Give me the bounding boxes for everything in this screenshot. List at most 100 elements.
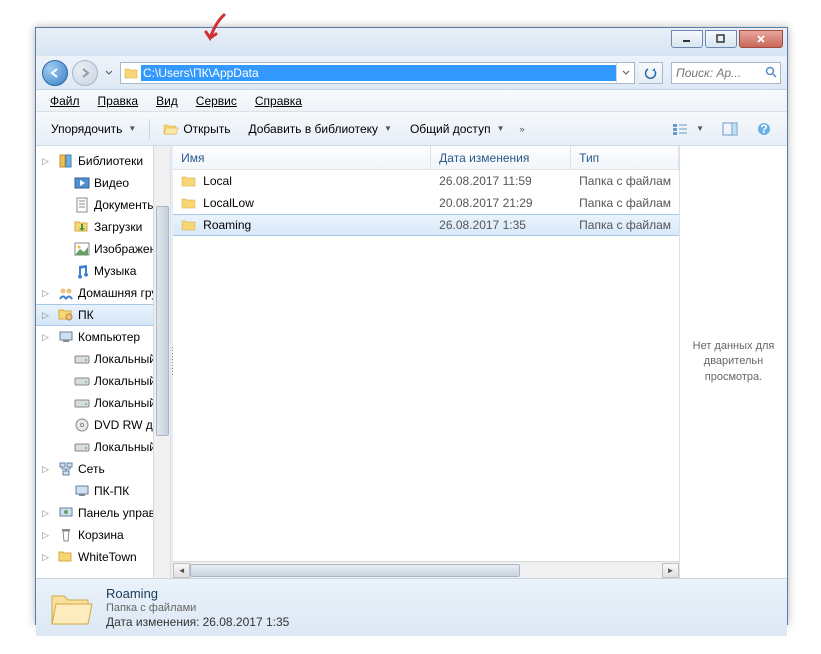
folder-icon <box>121 67 141 79</box>
menu-view[interactable]: Вид <box>148 92 186 110</box>
details-date: Дата изменения: 26.08.2017 1:35 <box>106 615 289 629</box>
file-name: Roaming <box>203 218 251 232</box>
menu-tools[interactable]: Сервис <box>188 92 245 110</box>
tree-item[interactable]: Загрузки <box>36 216 170 238</box>
explorer-window: Файл Правка Вид Сервис Справка Упорядочи… <box>35 27 788 625</box>
forward-button[interactable] <box>72 60 98 86</box>
file-date: 20.08.2017 21:29 <box>431 196 571 210</box>
tree-label: ПК <box>78 308 94 322</box>
details-type: Папка с файлами <box>106 602 289 614</box>
horizontal-scrollbar[interactable]: ◄ ► <box>173 561 679 578</box>
expand-icon[interactable]: ▷ <box>42 332 54 343</box>
scroll-left-button[interactable]: ◄ <box>173 563 190 578</box>
file-name: Local <box>203 174 232 188</box>
downloads-icon <box>74 219 90 235</box>
scrollbar-thumb[interactable] <box>190 564 520 577</box>
tree-item[interactable]: DVD RW дисковод ( <box>36 414 170 436</box>
column-date[interactable]: Дата изменения <box>431 146 571 169</box>
preview-pane-button[interactable] <box>713 118 747 140</box>
tree-label: ПК-ПК <box>94 484 129 498</box>
tree-item[interactable]: Документы <box>36 194 170 216</box>
tree-item[interactable]: Изображения <box>36 238 170 260</box>
file-row[interactable]: Local 26.08.2017 11:59Папка с файлам <box>173 170 679 192</box>
tree-item[interactable]: ▷Панель управления <box>36 502 170 524</box>
tree-item[interactable]: ▷Домашняя группа <box>36 282 170 304</box>
tree-item[interactable]: ▷Компьютер <box>36 326 170 348</box>
address-dropdown[interactable] <box>616 63 634 83</box>
menu-file[interactable]: Файл <box>42 92 88 110</box>
user-icon <box>58 307 74 323</box>
tree-item[interactable]: Музыка <box>36 260 170 282</box>
tree-item[interactable]: ▷Корзина <box>36 524 170 546</box>
tree-label: Видео <box>94 176 129 190</box>
search-input[interactable] <box>672 66 763 80</box>
expand-icon[interactable]: ▷ <box>42 156 54 167</box>
expand-icon[interactable]: ▷ <box>42 530 54 541</box>
scroll-right-button[interactable]: ► <box>662 563 679 578</box>
tree-item[interactable]: ▷ Сеть <box>36 458 170 480</box>
column-headers: Имя Дата изменения Тип <box>173 146 679 170</box>
network-icon <box>58 461 74 477</box>
help-button[interactable]: ? <box>747 117 781 141</box>
toolbar-overflow[interactable]: » <box>513 124 530 134</box>
expand-icon[interactable]: ▷ <box>42 464 54 475</box>
address-bar <box>120 62 635 84</box>
file-date: 26.08.2017 11:59 <box>431 174 571 188</box>
file-row[interactable]: Roaming26.08.2017 1:35Папка с файлам <box>173 214 679 236</box>
tree-item[interactable]: ПК-ПК <box>36 480 170 502</box>
tree-item[interactable]: Локальный диск (C <box>36 348 170 370</box>
folder-icon <box>181 174 197 188</box>
dvd-icon <box>74 417 90 433</box>
separator <box>149 119 150 139</box>
expand-icon[interactable]: ▷ <box>42 288 54 299</box>
tree-item[interactable]: Локальный диск (Y <box>36 436 170 458</box>
open-button[interactable]: Открыть <box>154 118 239 140</box>
scrollbar-thumb[interactable] <box>156 206 169 436</box>
tree-label: Музыка <box>94 264 136 278</box>
drive-icon <box>74 351 90 367</box>
tree-item[interactable]: Локальный диск (E <box>36 392 170 414</box>
expand-icon[interactable]: ▷ <box>42 310 54 321</box>
file-type: Папка с файлам <box>571 196 679 210</box>
sidebar-scrollbar[interactable] <box>153 146 170 578</box>
file-list: Имя Дата изменения Тип Local 26.08.2017 1… <box>173 146 679 578</box>
expand-icon[interactable]: ▷ <box>42 552 54 563</box>
view-mode-button[interactable]: ▼ <box>663 118 713 140</box>
drive-icon <box>74 373 90 389</box>
preview-pane: Нет данных для дварительн просмотра. <box>679 146 787 578</box>
tree-item[interactable]: ▷ WhiteTown <box>36 546 170 568</box>
tree-label: Сеть <box>78 462 105 476</box>
file-type: Папка с файлам <box>571 174 679 188</box>
details-pane: Roaming Папка с файлами Дата изменения: … <box>36 578 787 636</box>
address-input[interactable] <box>141 65 616 81</box>
svg-text:?: ? <box>760 122 767 136</box>
add-library-button[interactable]: Добавить в библиотеку▼ <box>239 118 400 140</box>
back-button[interactable] <box>42 60 68 86</box>
navigation-bar <box>36 56 787 90</box>
documents-icon <box>74 197 90 213</box>
maximize-button[interactable] <box>705 30 737 48</box>
toolbar: Упорядочить▼ Открыть Добавить в библиоте… <box>36 112 787 146</box>
tree-label: WhiteTown <box>78 550 137 564</box>
file-type: Папка с файлам <box>571 218 679 232</box>
refresh-button[interactable] <box>639 62 663 84</box>
file-row[interactable]: LocalLow20.08.2017 21:29Папка с файлам <box>173 192 679 214</box>
tree-item[interactable]: ▷Библиотеки <box>36 150 170 172</box>
history-dropdown[interactable] <box>102 70 116 76</box>
tree-item[interactable]: Локальный диск (D <box>36 370 170 392</box>
menu-help[interactable]: Справка <box>247 92 310 110</box>
drive-icon <box>74 395 90 411</box>
tree-item[interactable]: Видео <box>36 172 170 194</box>
share-button[interactable]: Общий доступ▼ <box>401 118 514 140</box>
expand-icon[interactable]: ▷ <box>42 508 54 519</box>
column-name[interactable]: Имя <box>173 146 431 169</box>
organize-button[interactable]: Упорядочить▼ <box>42 118 145 140</box>
close-button[interactable] <box>739 30 783 48</box>
minimize-button[interactable] <box>671 30 703 48</box>
menu-edit[interactable]: Правка <box>90 92 147 110</box>
column-type[interactable]: Тип <box>571 146 679 169</box>
computer-icon <box>58 329 74 345</box>
tree-item[interactable]: ▷ ПК <box>36 304 170 326</box>
navigation-pane: ▷Библиотеки Видео ДокументыЗагрузкиИзображ… <box>36 146 171 578</box>
folder-icon <box>58 549 74 565</box>
